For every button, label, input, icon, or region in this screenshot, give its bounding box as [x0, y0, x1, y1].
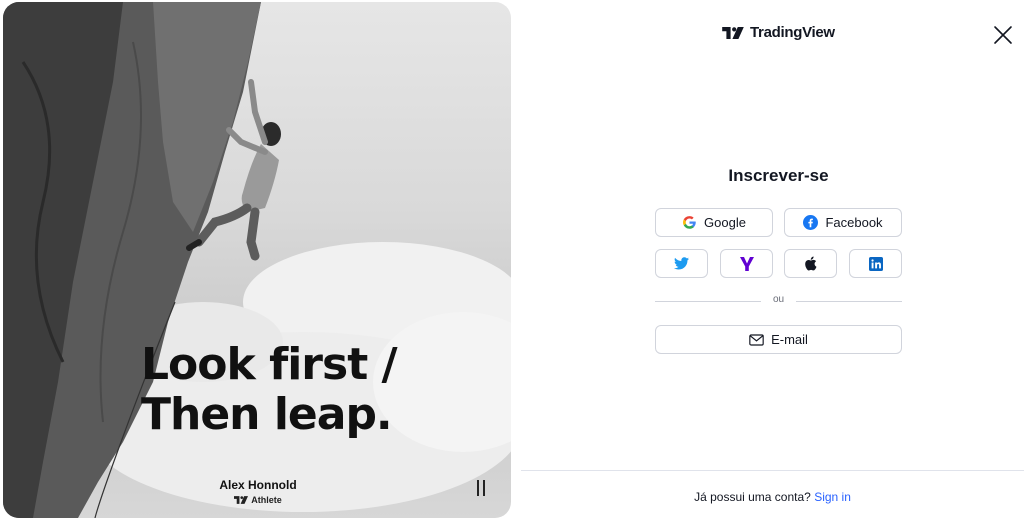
google-icon — [683, 216, 696, 229]
quote-line-1: Look first / — [141, 339, 398, 390]
facebook-icon — [803, 215, 819, 230]
brand-name: TradingView — [750, 24, 835, 41]
google-label: Google — [704, 215, 746, 230]
mail-icon — [749, 333, 764, 346]
or-divider: ou — [655, 294, 902, 308]
hero-quote: Look first / Then leap. — [141, 339, 398, 440]
tradingview-mini-logo-icon — [234, 496, 249, 504]
facebook-label: Facebook — [825, 215, 883, 230]
athlete-tag: Athlete — [203, 495, 313, 505]
signup-page: Look first / Then leap. Alex Honnold Ath… — [0, 0, 1024, 523]
facebook-signup-button[interactable]: Facebook — [784, 208, 902, 237]
signup-title: Inscrever-se — [728, 166, 829, 185]
climber-photo — [3, 2, 511, 518]
quote-line-2: Then leap. — [141, 389, 393, 440]
tradingview-logo[interactable]: TradingView — [722, 24, 835, 41]
signin-link[interactable]: Sign in — [814, 490, 851, 504]
apple-icon — [805, 256, 817, 271]
linkedin-icon — [868, 256, 883, 271]
linkedin-signup-button[interactable] — [849, 249, 902, 278]
footer-divider — [521, 470, 1024, 471]
close-icon — [994, 26, 1012, 44]
apple-signup-button[interactable] — [784, 249, 837, 278]
signin-footer: Já possui uma conta? Sign in — [521, 490, 1024, 504]
signin-question: Já possui uma conta? — [694, 490, 811, 504]
twitter-signup-button[interactable] — [655, 249, 708, 278]
athlete-caption: Alex Honnold Athlete — [203, 478, 313, 505]
close-button[interactable] — [992, 24, 1014, 46]
athlete-role: Athlete — [251, 495, 282, 505]
yahoo-signup-button[interactable] — [720, 249, 773, 278]
pause-button[interactable] — [473, 478, 489, 498]
google-signup-button[interactable]: Google — [655, 208, 773, 237]
email-label: E-mail — [771, 332, 808, 347]
tradingview-logo-icon — [722, 26, 744, 39]
email-signup-button[interactable]: E-mail — [655, 325, 902, 354]
yahoo-icon — [739, 256, 754, 271]
pause-icon — [477, 480, 479, 496]
twitter-icon — [674, 257, 689, 270]
or-text: ou — [772, 294, 785, 305]
hero-panel: Look first / Then leap. Alex Honnold Ath… — [3, 2, 511, 518]
athlete-name: Alex Honnold — [219, 478, 297, 492]
